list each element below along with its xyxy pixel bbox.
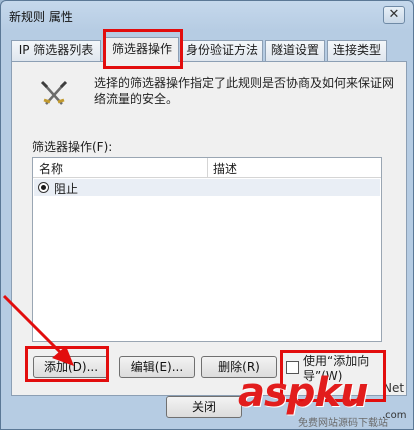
tab-authentication-methods[interactable]: 身份验证方法 [181, 40, 263, 61]
delete-button[interactable]: 删除(R) [201, 356, 277, 378]
annotation-arrow-icon [2, 294, 74, 366]
tab-tunnel-settings[interactable]: 隧道设置 [265, 40, 325, 61]
close-button[interactable]: 关闭 [166, 396, 242, 418]
tab-highlight-box [103, 29, 183, 69]
tab-ip-filter-list[interactable]: IP 筛选器列表 [11, 40, 101, 61]
title-bar: 新规则 属性 ✕ [1, 1, 413, 31]
window-title: 新规则 属性 [9, 10, 73, 24]
tab-strip: IP 筛选器列表 筛选器操作 身份验证方法 隧道设置 连接类型 [11, 37, 407, 62]
wizard-highlight-box [280, 350, 386, 402]
edit-button[interactable]: 编辑(E)... [119, 356, 195, 378]
close-window-button[interactable]: ✕ [383, 6, 405, 24]
edge-text: Net [383, 381, 405, 395]
tab-connection-type[interactable]: 连接类型 [327, 40, 387, 61]
